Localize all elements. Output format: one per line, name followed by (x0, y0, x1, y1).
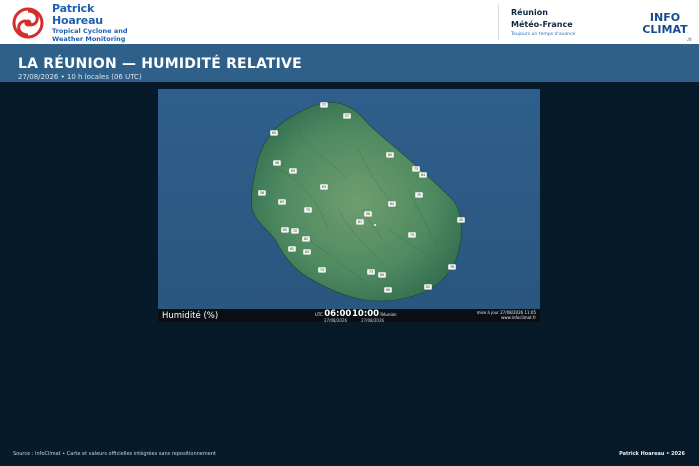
cyclone-logo-icon (12, 6, 44, 40)
station-value[interactable]: 69 (378, 272, 386, 278)
station-value[interactable]: 77 (320, 102, 328, 108)
station-value[interactable]: 61 (424, 284, 432, 290)
station-value-label: 74 (320, 268, 324, 272)
station-value[interactable]: 58 (273, 160, 281, 166)
station-value-label: 69 (380, 273, 384, 277)
footer-credit: Patrick Hoareau • 2026 (619, 451, 685, 457)
station-value-label: 63 (305, 250, 309, 254)
station-value[interactable]: 63 (303, 249, 311, 255)
station-value[interactable]: 61 (288, 246, 296, 252)
station-value[interactable]: 69 (384, 287, 392, 293)
reference-marker (374, 224, 376, 226)
station-value[interactable]: 58 (258, 190, 266, 196)
station-value[interactable]: 73 (412, 166, 420, 172)
station-value[interactable]: 65 (270, 130, 278, 136)
local-date: 27/08/2026 (361, 318, 385, 323)
station-value-label: 58 (260, 191, 264, 195)
footer-source: Source : InfoClimat • Carte et valeurs o… (13, 451, 216, 457)
station-value-label: 63 (322, 185, 326, 189)
station-value-label: 62 (304, 237, 308, 241)
station-value-label: 63 (280, 200, 284, 204)
brand-subtitle-1: Tropical Cyclone and (52, 27, 128, 36)
station-value[interactable]: 73 (408, 232, 416, 238)
station-value[interactable]: 64 (419, 172, 427, 178)
station-value-label: 76 (450, 265, 454, 269)
region-name: Réunion (511, 8, 548, 17)
station-value[interactable]: 75 (304, 207, 312, 213)
station-value-label: 45 (459, 218, 463, 222)
station-value-label: 65 (283, 228, 287, 232)
station-value-label: 69 (386, 288, 390, 292)
humidity-map[interactable]: 77 57 65 60 73 64 58 63 58 63 75 75 63 64 58 45 61 65 72 62… (158, 89, 540, 323)
station-value-label: 73 (369, 270, 373, 274)
station-value-label: 75 (306, 208, 310, 212)
station-value[interactable]: 62 (302, 236, 310, 242)
station-value-label: 57 (345, 114, 349, 118)
station-value-label: 61 (426, 285, 430, 289)
station-value[interactable]: 64 (388, 201, 396, 207)
map-legend-bar: Humidité (%) UTC 06:00 27/08/2026 10:00 … (158, 309, 540, 323)
utc-date: 27/08/2026 (324, 318, 348, 323)
page-subtitle: 27/08/2026 • 10 h locales (06 UTC) (18, 73, 142, 81)
utc-tag: UTC (315, 312, 323, 317)
top-header: Patrick Hoareau Tropical Cyclone and Wea… (0, 0, 699, 44)
station-value-label: 72 (293, 229, 297, 233)
infoclimat-logo-icon[interactable]: INFO CLIMAT .fr (638, 12, 692, 46)
station-value-label: 65 (272, 131, 276, 135)
station-value-label: 64 (390, 202, 394, 206)
brand-logo-block[interactable]: Patrick Hoareau Tropical Cyclone and Wea… (12, 2, 136, 44)
station-value-label: 61 (290, 247, 294, 251)
variable-label: Humidité (%) (162, 311, 219, 321)
utc-time-block: UTC 06:00 27/08/2026 (315, 309, 351, 323)
station-value-label: 64 (421, 173, 425, 177)
local-time-block: 10:00 Réunion 27/08/2026 (352, 309, 397, 323)
brand-name: Patrick Hoareau (52, 2, 103, 27)
station-value[interactable]: 61 (356, 219, 364, 225)
agency-name: Météo-France (511, 20, 573, 29)
station-value-label: 58 (275, 161, 279, 165)
station-value[interactable]: 45 (457, 217, 465, 223)
station-value-label: 63 (291, 169, 295, 173)
station-value[interactable]: 63 (278, 199, 286, 205)
station-value[interactable]: 63 (289, 168, 297, 174)
station-value-label: 60 (388, 153, 392, 157)
station-value-label: 75 (417, 193, 421, 197)
station-value-label: 77 (322, 103, 326, 107)
brand-subtitle-2: Weather Monitoring (52, 35, 126, 44)
station-value[interactable]: 73 (367, 269, 375, 275)
meteo-france-block[interactable]: Réunion Météo-France Toujours un temps d… (498, 4, 590, 40)
station-value[interactable]: 75 (415, 192, 423, 198)
station-value[interactable]: 57 (343, 113, 351, 119)
station-value[interactable]: 65 (281, 227, 289, 233)
station-value[interactable]: 60 (386, 152, 394, 158)
page-title: LA RÉUNION — HUMIDITÉ RELATIVE (18, 56, 302, 72)
island-map: 77576560736458635863757563 6458456165 7262… (158, 89, 540, 309)
station-value-label: 61 (358, 220, 362, 224)
station-value[interactable]: 58 (364, 211, 372, 217)
update-site[interactable]: www.infoclimat.fr (477, 315, 536, 320)
station-value-label: 73 (410, 233, 414, 237)
update-info: mise à jour 27/08/2026 11:05 www.infocli… (477, 310, 536, 320)
title-bar: LA RÉUNION — HUMIDITÉ RELATIVE 27/08/202… (0, 44, 699, 82)
station-value[interactable]: 63 (320, 184, 328, 190)
station-value-label: 73 (414, 167, 418, 171)
station-value[interactable]: 72 (291, 228, 299, 234)
infoclimat-line-2: CLIMAT (642, 23, 688, 36)
station-value[interactable]: 74 (318, 267, 326, 273)
station-value[interactable]: 76 (448, 264, 456, 270)
local-tag: Réunion (380, 312, 397, 317)
station-value-label: 58 (366, 212, 370, 216)
agency-tagline: Toujours un temps d'avance (511, 32, 576, 37)
